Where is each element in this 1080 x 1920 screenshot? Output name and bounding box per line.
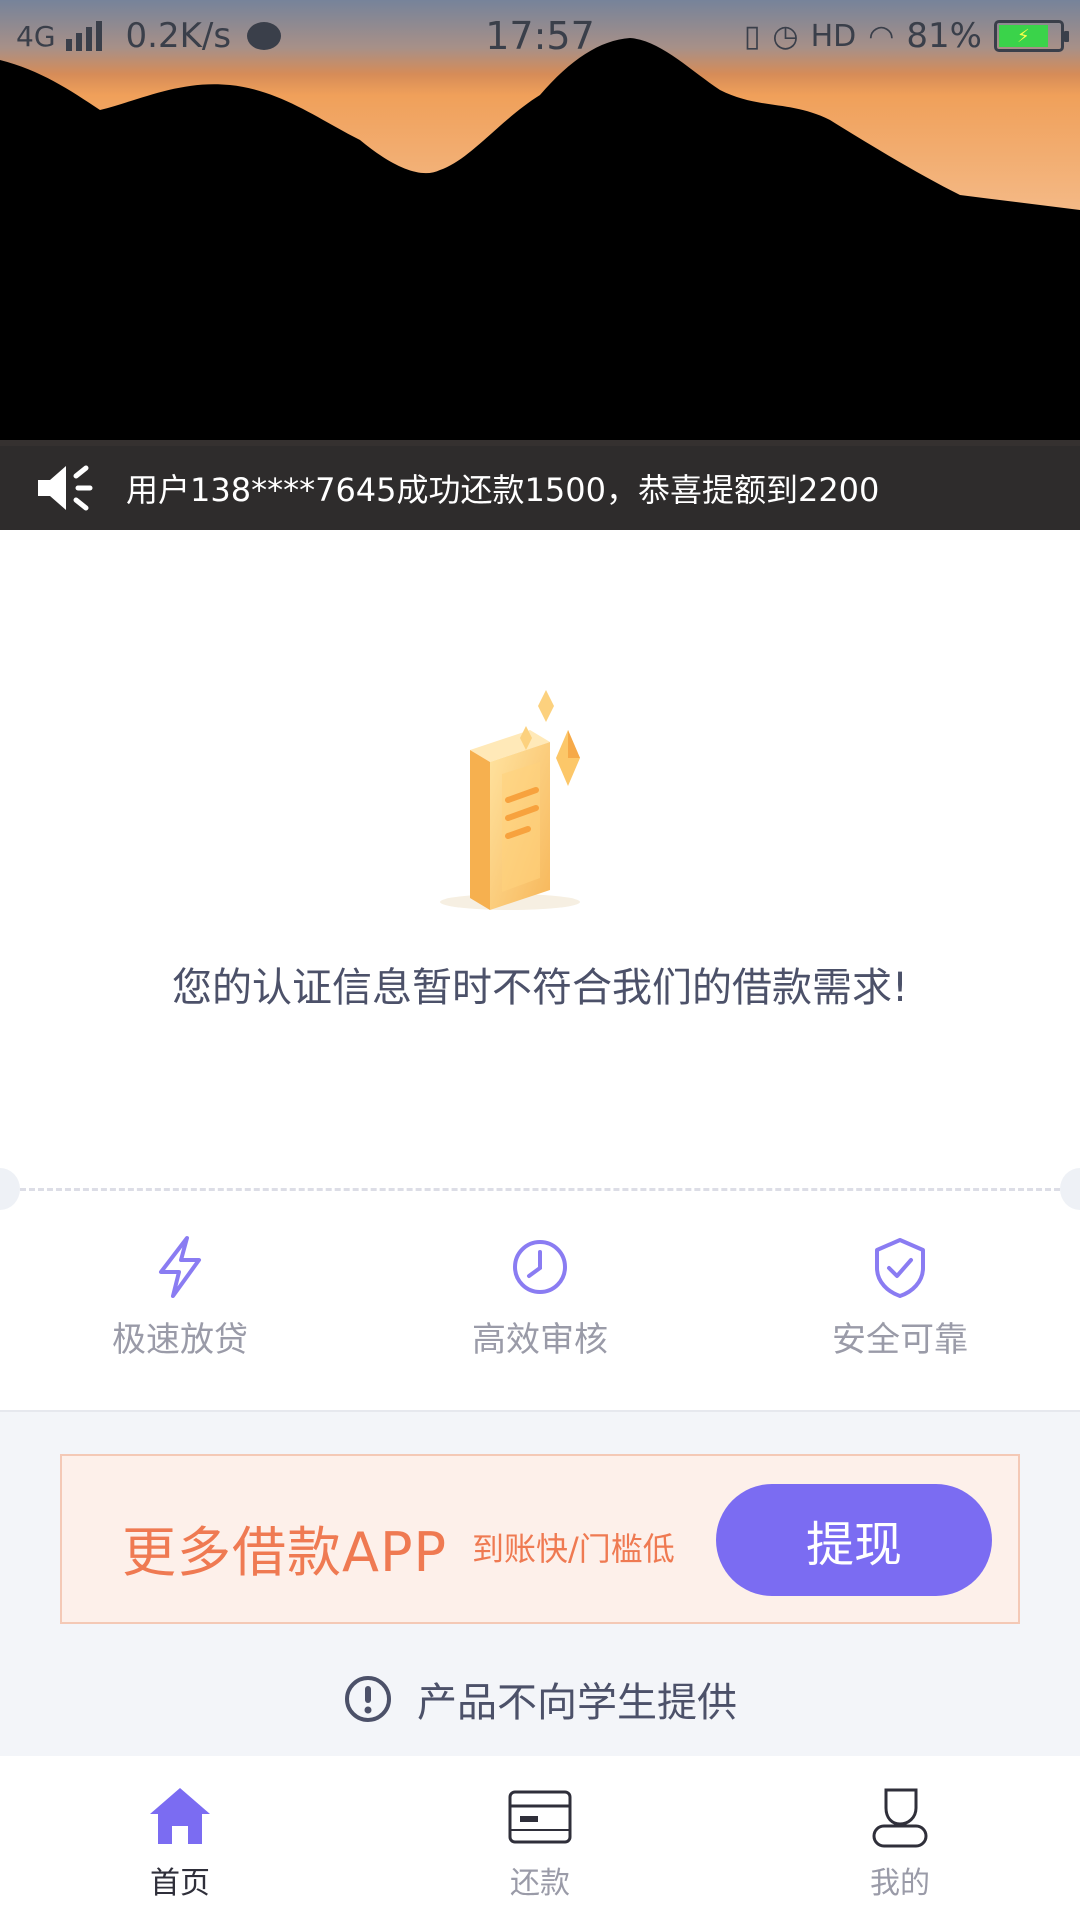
nav-label: 首页 bbox=[150, 1866, 210, 1901]
card-icon bbox=[508, 1790, 572, 1844]
nav-label: 我的 bbox=[870, 1866, 930, 1901]
feature-label: 极速放贷 bbox=[112, 1320, 248, 1360]
promo-banner[interactable]: 更多借款APP 到账快/门槛低 提现 bbox=[60, 1454, 1020, 1624]
shield-check-icon bbox=[875, 1238, 925, 1298]
student-notice: 产品不向学生提供 bbox=[0, 1670, 1080, 1728]
battery-percent: 81% bbox=[906, 16, 982, 56]
status-bar: 4G 0.2K/s 17:57 ▯ ◷ HD ◠ 81% ⚡ bbox=[0, 0, 1080, 74]
feature-fast-loan: 极速放贷 bbox=[70, 1232, 290, 1361]
rejection-message: 您的认证信息暂时不符合我们的借款需求! bbox=[171, 965, 909, 1011]
clock-icon bbox=[513, 1240, 567, 1294]
announcement-bar[interactable]: 用户138****7645成功还款1500，恭喜提额到2200 bbox=[0, 446, 1080, 530]
nav-mine[interactable]: 我的 bbox=[800, 1780, 1000, 1902]
user-icon bbox=[872, 1788, 928, 1848]
ticket-notch-right bbox=[1060, 1168, 1080, 1210]
withdraw-button[interactable]: 提现 bbox=[716, 1484, 992, 1596]
announcement-text: 用户138****7645成功还款1500，恭喜提额到2200 bbox=[126, 471, 880, 509]
feature-label: 安全可靠 bbox=[832, 1320, 968, 1360]
hero-banner: 4G 0.2K/s 17:57 ▯ ◷ HD ◠ 81% ⚡ 用户138****… bbox=[0, 0, 1080, 530]
vibrate-icon: ▯ bbox=[743, 18, 761, 54]
wifi-icon: ◠ bbox=[868, 18, 895, 54]
document-illustration-icon bbox=[440, 690, 580, 910]
promo-subtitle: 到账快/门槛低 bbox=[472, 1530, 675, 1568]
feature-efficient-review: 高效审核 bbox=[430, 1232, 650, 1361]
exclamation-icon bbox=[345, 1676, 391, 1722]
nav-label: 还款 bbox=[510, 1866, 570, 1901]
ticket-notch-left bbox=[0, 1168, 20, 1210]
battery-icon: ⚡ bbox=[994, 20, 1069, 52]
dashed-divider bbox=[20, 1188, 1060, 1191]
notice-text: 产品不向学生提供 bbox=[417, 1680, 737, 1726]
bottom-navigation: 首页 还款 我的 bbox=[0, 1756, 1080, 1920]
feature-label: 高效审核 bbox=[472, 1320, 608, 1360]
lightning-icon bbox=[159, 1236, 201, 1298]
lower-panel: 更多借款APP 到账快/门槛低 提现 产品不向学生提供 bbox=[0, 1410, 1080, 1756]
feature-list: 极速放贷 高效审核 安全可靠 bbox=[0, 1232, 1080, 1362]
speaker-icon bbox=[38, 465, 93, 511]
alarm-icon: ◷ bbox=[772, 18, 799, 54]
promo-title: 更多借款APP bbox=[122, 1521, 448, 1584]
nav-repay[interactable]: 还款 bbox=[440, 1780, 640, 1902]
hd-indicator: HD bbox=[810, 18, 857, 54]
home-icon bbox=[150, 1788, 210, 1844]
nav-home[interactable]: 首页 bbox=[80, 1780, 280, 1902]
feature-safe-reliable: 安全可靠 bbox=[790, 1232, 1010, 1361]
